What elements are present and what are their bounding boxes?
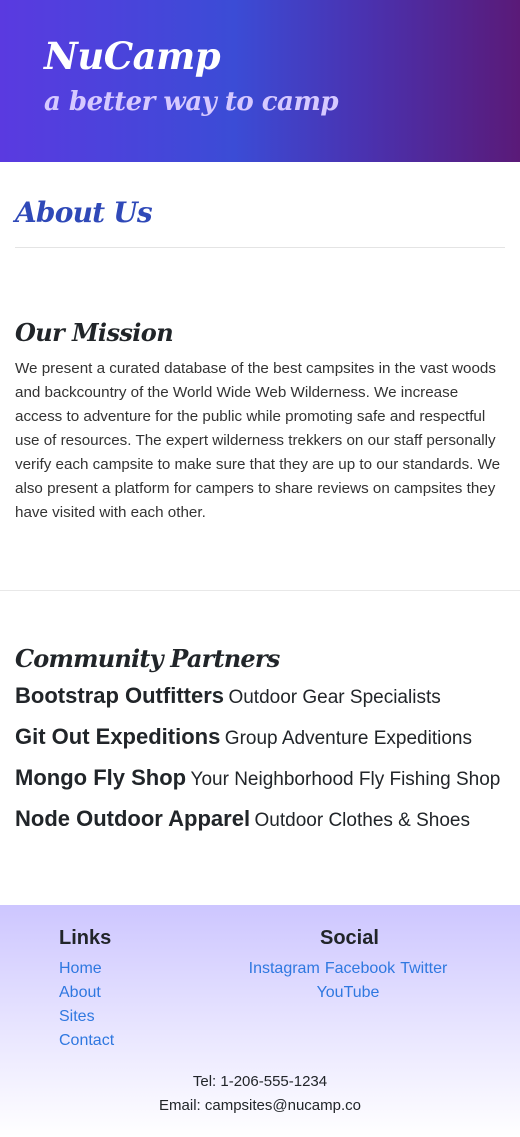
- page-title: About Us: [15, 196, 153, 229]
- footer-link-contact[interactable]: Contact: [59, 1029, 114, 1053]
- partners-list: Bootstrap Outfitters Outdoor Gear Specia…: [15, 682, 510, 846]
- mission-text: We present a curated database of the bes…: [15, 360, 501, 521]
- footer-link-home[interactable]: Home: [59, 957, 114, 981]
- footer-links-heading: Links: [59, 927, 112, 949]
- section-divider: [0, 590, 520, 591]
- divider: [15, 247, 505, 248]
- partner-description: Your Neighborhood Fly Fishing Shop: [190, 769, 501, 790]
- partner-item: Git Out Expeditions Group Adventure Expe…: [15, 723, 510, 754]
- partner-name: Git Out Expeditions: [15, 724, 221, 749]
- site-footer: Links Home About Sites Contact Social In…: [0, 905, 520, 1137]
- social-link-twitter[interactable]: Twitter: [400, 960, 447, 977]
- partner-name: Bootstrap Outfitters: [15, 683, 224, 708]
- contact-email[interactable]: Email: campsites@nucamp.co: [0, 1094, 520, 1118]
- footer-social-links: Instagram Facebook Twitter YouTube: [248, 957, 448, 1005]
- partner-item: Node Outdoor Apparel Outdoor Clothes & S…: [15, 805, 510, 836]
- social-link-instagram[interactable]: Instagram: [249, 960, 320, 977]
- social-link-youtube[interactable]: YouTube: [317, 984, 380, 1001]
- contact-phone[interactable]: Tel: 1-206-555-1234: [0, 1070, 520, 1094]
- jumbotron-header: NuCamp a better way to camp: [0, 0, 520, 162]
- brand-tagline: a better way to camp: [44, 87, 339, 117]
- partner-name: Node Outdoor Apparel: [15, 806, 251, 831]
- social-link-facebook[interactable]: Facebook: [325, 960, 395, 977]
- footer-contact: Tel: 1-206-555-1234 Email: campsites@nuc…: [0, 1070, 520, 1118]
- footer-link-sites[interactable]: Sites: [59, 1005, 114, 1029]
- partners-heading: Community Partners: [15, 644, 280, 673]
- mission-heading: Our Mission: [15, 318, 174, 347]
- partner-description: Group Adventure Expeditions: [224, 728, 472, 749]
- footer-social-heading: Social: [320, 927, 379, 949]
- brand-title: NuCamp: [44, 34, 221, 78]
- partner-description: Outdoor Clothes & Shoes: [254, 810, 470, 831]
- partner-description: Outdoor Gear Specialists: [228, 687, 441, 708]
- partner-item: Bootstrap Outfitters Outdoor Gear Specia…: [15, 682, 510, 713]
- partner-item: Mongo Fly Shop Your Neighborhood Fly Fis…: [15, 764, 510, 795]
- partner-name: Mongo Fly Shop: [15, 765, 187, 790]
- footer-links-list: Home About Sites Contact: [59, 957, 114, 1053]
- footer-link-about[interactable]: About: [59, 981, 114, 1005]
